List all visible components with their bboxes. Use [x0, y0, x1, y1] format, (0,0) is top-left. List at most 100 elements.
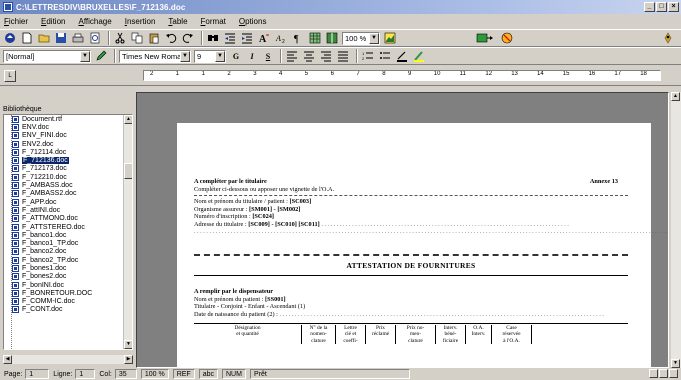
file-list[interactable]: Document.rtf ENV.doc ENV_FINI.doc ENV2.doc F…	[3, 114, 133, 350]
file-list-item[interactable]: F_AMBASS.doc	[4, 181, 132, 190]
file-list-item[interactable]: F_banco1.doc	[4, 231, 132, 239]
file-list-item[interactable]: F_attINI.doc	[4, 206, 132, 214]
file-list-item[interactable]: F_AMBASS2.doc	[4, 190, 132, 198]
align-right-icon[interactable]	[319, 49, 333, 63]
paste-icon[interactable]	[147, 31, 161, 45]
picture-icon[interactable]	[383, 31, 397, 45]
status-num[interactable]: NUM	[221, 369, 246, 379]
file-list-item[interactable]: F_712114.doc	[4, 148, 132, 156]
file-list-hscrollbar[interactable]: ◀ ▶	[3, 355, 133, 364]
tab-stop-selector[interactable]: L	[4, 70, 16, 82]
data-source-icon[interactable]	[475, 31, 497, 45]
scroll-left-button[interactable]: ◀	[3, 355, 12, 364]
document-scrollbar[interactable]: ▲ ▼	[671, 92, 681, 368]
file-list-item[interactable]: F_banco2_TP.doc	[4, 256, 132, 264]
style-select[interactable]: [Normal] ▼	[3, 49, 91, 63]
outline-view-icon[interactable]	[669, 369, 678, 378]
chevron-down-icon[interactable]: ▼	[180, 50, 190, 62]
size-select[interactable]: 9 ▼	[194, 49, 226, 63]
scroll-down-button[interactable]: ▼	[671, 359, 680, 368]
scroll-thumb[interactable]	[124, 163, 132, 179]
doc-disp-nom-row: Nom et prénom du patient : [SS001]	[194, 296, 628, 304]
page-view-icon[interactable]	[659, 369, 668, 378]
align-left-icon[interactable]	[285, 49, 299, 63]
app-icon[interactable]	[3, 2, 13, 12]
scroll-up-button[interactable]: ▲	[671, 92, 680, 101]
scroll-right-button[interactable]: ▶	[124, 355, 133, 364]
file-list-item[interactable]: F_bonINI.doc	[4, 281, 132, 289]
underline-button[interactable]: S	[261, 49, 275, 63]
chevron-down-icon[interactable]: ▼	[80, 50, 90, 62]
menu-format[interactable]: Format	[201, 17, 226, 26]
font-size-icon[interactable]: A	[257, 31, 271, 45]
assistant-icon[interactable]	[661, 31, 675, 45]
status-abc[interactable]: abc	[198, 369, 218, 379]
scroll-up-button[interactable]: ▲	[124, 115, 132, 124]
numbered-list-icon[interactable]: 12	[361, 49, 375, 63]
status-ref[interactable]: REF	[172, 369, 195, 379]
italic-button[interactable]: I	[245, 49, 259, 63]
underline-color-icon[interactable]	[395, 49, 409, 63]
font-select[interactable]: Times New Roman ▼	[119, 49, 191, 63]
bookmark-icon[interactable]	[3, 31, 17, 45]
table-icon[interactable]	[308, 31, 322, 45]
menu-edition[interactable]: Edition	[41, 17, 65, 26]
print-icon[interactable]	[71, 31, 85, 45]
file-list-item[interactable]: F_bones1.doc	[4, 264, 132, 272]
file-list-item[interactable]: F_COMM-IC.doc	[4, 298, 132, 306]
menu-affichage[interactable]: Affichage	[78, 17, 111, 26]
document-page[interactable]: A compléter par le titulaire Annexe 13 C…	[177, 123, 668, 367]
file-list-scrollbar[interactable]: ▲ ▼	[123, 115, 132, 349]
file-list-item[interactable]: ENV2.doc	[4, 140, 132, 148]
justify-icon[interactable]	[336, 49, 350, 63]
document-content[interactable]: A compléter par le titulaire Annexe 13 C…	[194, 178, 668, 344]
bullet-list-icon[interactable]	[378, 49, 392, 63]
file-list-item[interactable]: F_ATTSTEREO.doc	[4, 223, 132, 231]
paragraph-icon[interactable]: ¶	[291, 31, 305, 45]
minimize-button[interactable]: _	[644, 2, 655, 12]
chevron-down-icon[interactable]: ▼	[215, 50, 225, 62]
find-icon[interactable]	[206, 31, 220, 45]
new-document-icon[interactable]	[20, 31, 34, 45]
file-list-item[interactable]: F_712136.doc	[4, 156, 132, 165]
file-list-item[interactable]: F_ATTMONO.doc	[4, 215, 132, 223]
zoom-select[interactable]: 100 % ▼	[342, 31, 380, 45]
maximize-button[interactable]: □	[656, 2, 667, 12]
close-button[interactable]: ×	[668, 2, 679, 12]
indent-decrease-icon[interactable]	[223, 31, 237, 45]
save-icon[interactable]	[54, 31, 68, 45]
file-list-item[interactable]: F_APP.doc	[4, 198, 132, 206]
copy-icon[interactable]	[130, 31, 144, 45]
highlighter-icon[interactable]	[412, 49, 426, 63]
indent-increase-icon[interactable]	[240, 31, 254, 45]
menu-insertion[interactable]: Insertion	[125, 17, 156, 26]
file-list-item[interactable]: F_CONT.doc	[4, 306, 132, 314]
menu-table[interactable]: Table	[168, 17, 187, 26]
horizontal-ruler[interactable]: 2 1 1 2 3 4 5 6 7 8 9 10 11 12 13 14 15 16 17 18	[143, 70, 661, 81]
subscript-icon[interactable]: A2	[274, 31, 288, 45]
file-list-item[interactable]: F_bones2.doc	[4, 273, 132, 281]
file-list-item[interactable]: F_712173.doc	[4, 165, 132, 173]
open-folder-icon[interactable]	[37, 31, 51, 45]
menu-fichier[interactable]: Fichier	[4, 17, 28, 26]
menu-options[interactable]: Options	[239, 17, 267, 26]
file-list-item[interactable]: ENV_FINI.doc	[4, 132, 132, 140]
scroll-down-button[interactable]: ▼	[124, 340, 132, 349]
print-preview-icon[interactable]	[88, 31, 102, 45]
file-list-item[interactable]: F_BONRETOUR.DOC	[4, 289, 132, 297]
style-pencil-icon[interactable]	[94, 49, 108, 63]
align-center-icon[interactable]	[302, 49, 316, 63]
file-list-item[interactable]: F_banco1_TP.doc	[4, 239, 132, 248]
chevron-down-icon[interactable]: ▼	[369, 32, 379, 44]
file-list-item[interactable]: ENV.doc	[4, 123, 132, 131]
file-list-item[interactable]: F_banco2.doc	[4, 248, 132, 256]
normal-view-icon[interactable]	[649, 369, 658, 378]
redo-icon[interactable]	[181, 31, 195, 45]
bold-button[interactable]: G	[229, 49, 243, 63]
cut-icon[interactable]	[113, 31, 127, 45]
file-list-item[interactable]: F_712210.doc	[4, 173, 132, 181]
columns-icon[interactable]	[325, 31, 339, 45]
mail-merge-icon[interactable]	[500, 31, 514, 45]
undo-icon[interactable]	[164, 31, 178, 45]
file-list-item[interactable]: Document.rtf	[4, 115, 132, 123]
